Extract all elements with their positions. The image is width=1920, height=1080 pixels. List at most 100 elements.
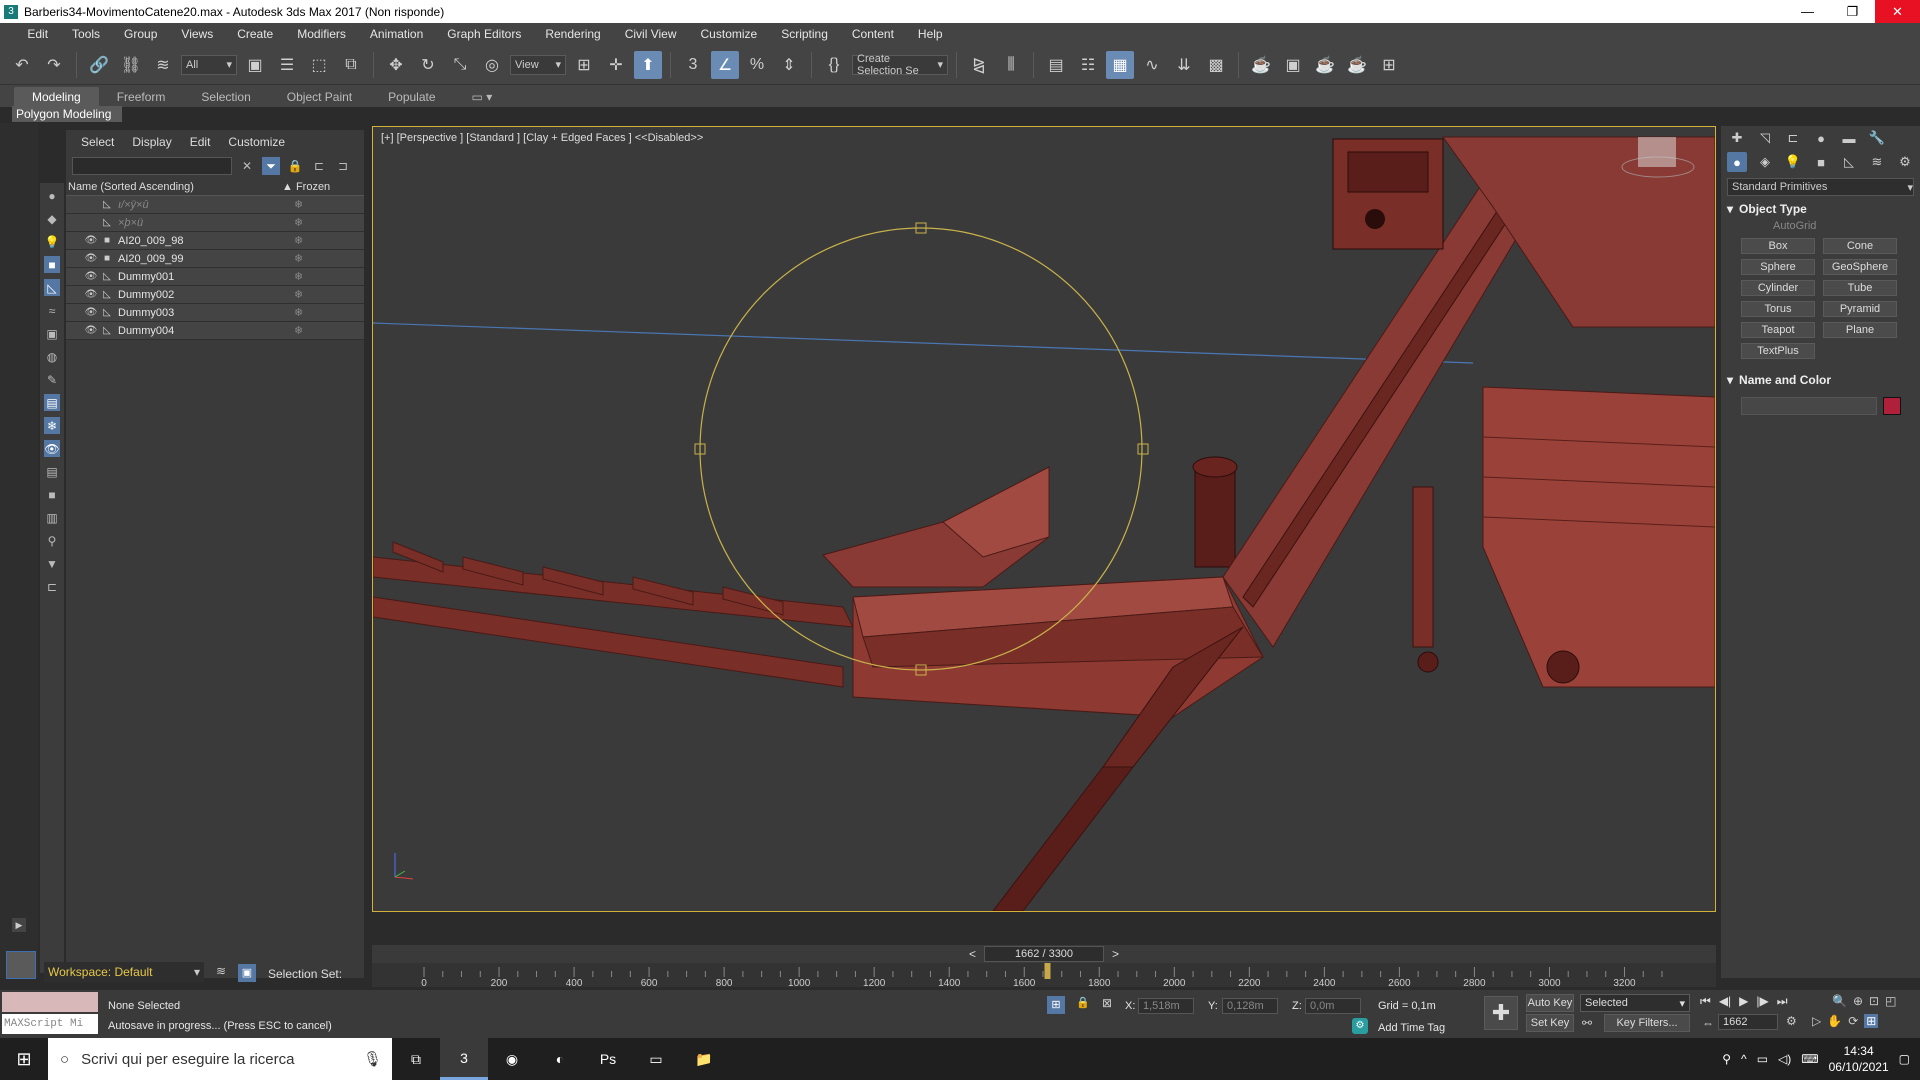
key-mode-dropdown[interactable]: Selected ▾ — [1580, 994, 1690, 1012]
tray-overflow-icon[interactable]: ^ — [1741, 1052, 1747, 1066]
lock-icon[interactable]: 🔒 — [286, 157, 304, 175]
next-frame-icon[interactable]: > — [1112, 947, 1119, 961]
layers-icon[interactable]: ≋ — [216, 964, 234, 982]
list-item[interactable]: 👁 ◺ Dummy003 ❄ — [66, 304, 364, 322]
eye-icon[interactable] — [84, 216, 98, 230]
ribbon-panel-polygon-modeling[interactable]: Polygon Modeling — [12, 106, 122, 122]
filter-toggle-icon[interactable]: ⏷ — [262, 157, 280, 175]
menu-animation[interactable]: Animation — [358, 27, 435, 41]
list-item[interactable]: ◺ ı/×ÿ×û ❄ — [66, 196, 364, 214]
motion-panel-icon[interactable]: ● — [1811, 128, 1831, 148]
menu-create[interactable]: Create — [225, 27, 285, 41]
eye-icon[interactable] — [84, 198, 98, 212]
y-coord-field[interactable]: 0,128m — [1222, 998, 1278, 1014]
tube-button[interactable]: Tube — [1823, 280, 1897, 296]
select-by-name-icon[interactable]: ☰ — [273, 51, 301, 79]
select-move-icon[interactable]: ✥ — [382, 51, 410, 79]
window-crossing-icon[interactable]: ⧉ — [337, 51, 365, 79]
systems-icon[interactable]: ⚙ — [1895, 152, 1915, 172]
filter-icon[interactable]: ▼ — [44, 555, 60, 572]
set-key-button[interactable]: Set Key — [1526, 1014, 1574, 1032]
sphere-button[interactable]: Sphere — [1741, 259, 1815, 275]
percent-snap-icon[interactable]: % — [743, 51, 771, 79]
tab-modeling[interactable]: Modeling — [14, 87, 99, 107]
go-to-start-icon[interactable]: ⏮ — [1700, 994, 1711, 1009]
file-explorer-icon[interactable]: 📁 — [680, 1038, 728, 1080]
display-geometry-icon[interactable]: ◆ — [44, 210, 60, 227]
notifications-icon[interactable]: ▢ — [1899, 1052, 1910, 1066]
menu-scripting[interactable]: Scripting — [769, 27, 840, 41]
taskbar-search-box[interactable]: ○ Scrivi qui per eseguire la ricerca 🎙 — [48, 1038, 392, 1080]
list-item[interactable]: 👁 ◺ Dummy002 ❄ — [66, 286, 364, 304]
tab-populate[interactable]: Populate — [370, 87, 453, 107]
select-scale-icon[interactable]: ⤡ — [446, 51, 474, 79]
z-coord-field[interactable]: 0,0m — [1305, 998, 1361, 1014]
hierarchy-panel-icon[interactable]: ⊏ — [1783, 128, 1803, 148]
snowflake-icon[interactable]: ❄ — [294, 216, 303, 229]
track-bar-ruler[interactable]: 0 200 400 600 800 1000 1200 1400 1600 1800 2000 220… — [372, 963, 1716, 987]
display-last-results-icon[interactable]: ▤ — [44, 463, 60, 480]
task-view-icon[interactable]: ⧉ — [392, 1038, 440, 1080]
zoom-all-icon[interactable]: ⊕ — [1853, 994, 1863, 1008]
scene-menu-edit[interactable]: Edit — [181, 135, 220, 149]
display-panel-icon[interactable]: ▬ — [1839, 128, 1859, 148]
utilities-panel-icon[interactable]: 🔧 — [1867, 128, 1887, 148]
eye-icon[interactable]: 👁 — [84, 288, 98, 302]
display-groups-icon[interactable]: ▣ — [44, 325, 60, 342]
microphone-icon[interactable]: 🎙 — [363, 1050, 382, 1068]
selection-lock-icon[interactable]: 🔒 — [1076, 996, 1090, 1009]
textplus-button[interactable]: TextPlus — [1741, 343, 1815, 359]
scene-menu-customize[interactable]: Customize — [219, 135, 294, 149]
named-selection-dropdown[interactable]: Create Selection Se ▾ — [852, 53, 948, 77]
language-icon[interactable]: ⌨ — [1801, 1052, 1818, 1066]
time-tag-icon[interactable]: ⚙ — [1352, 1018, 1368, 1034]
zoom-extents-icon[interactable]: ⊡ — [1869, 994, 1879, 1008]
expand-arrow-icon[interactable]: ▶ — [12, 918, 26, 932]
object-name-field[interactable] — [1741, 397, 1877, 415]
display-lights-icon[interactable]: 💡 — [44, 233, 60, 250]
menu-edit[interactable]: Edit — [15, 27, 60, 41]
menu-content[interactable]: Content — [840, 27, 906, 41]
select-object-icon[interactable]: ▣ — [241, 51, 269, 79]
snaps-toggle-icon[interactable]: 3 — [679, 51, 707, 79]
rectangular-selection-icon[interactable]: ⬚ — [305, 51, 333, 79]
people-icon[interactable]: ⚲ — [1722, 1052, 1731, 1066]
maximize-button[interactable]: ❐ — [1830, 0, 1875, 23]
list-item[interactable]: 👁 ■ AI20_009_98 ❄ — [66, 232, 364, 250]
spacewarps-icon[interactable]: ≋ — [1867, 152, 1887, 172]
render-cloud-icon[interactable]: ⊞ — [1375, 51, 1403, 79]
photoshop-icon[interactable]: Ps — [584, 1038, 632, 1080]
snowflake-icon[interactable]: ❄ — [294, 288, 303, 301]
next-frame-button-icon[interactable]: |▶ — [1756, 994, 1768, 1009]
ribbon-options-icon[interactable]: ▭ ▾ — [454, 87, 511, 107]
list-item[interactable]: 👁 ◺ Dummy001 ❄ — [66, 268, 364, 286]
snowflake-icon[interactable]: ❄ — [294, 252, 303, 265]
zoom-extents-all-icon[interactable]: ◰ — [1885, 994, 1896, 1008]
display-cameras-icon[interactable]: ■ — [44, 256, 60, 273]
display-containers-icon[interactable]: ▤ — [44, 394, 60, 411]
redo-icon[interactable]: ↷ — [40, 51, 68, 79]
display-children-icon[interactable]: ■ — [44, 486, 60, 503]
display-references-icon[interactable]: ▥ — [44, 509, 60, 526]
torus-button[interactable]: Torus — [1741, 301, 1815, 317]
menu-rendering[interactable]: Rendering — [533, 27, 612, 41]
column-frozen[interactable]: ▲ Frozen — [278, 181, 330, 193]
select-manipulate-icon[interactable]: ✛ — [602, 51, 630, 79]
geometry-icon[interactable]: ● — [1727, 152, 1747, 172]
key-mode-icon[interactable]: ⚯ — [1582, 1016, 1592, 1030]
3dsmax-taskbar-icon[interactable]: 3 — [440, 1038, 488, 1080]
angle-snap-icon[interactable]: ∠ — [711, 50, 739, 79]
menu-views[interactable]: Views — [169, 27, 225, 41]
rollout-name-and-color[interactable]: ▾ Name and Color — [1727, 373, 1914, 387]
absolute-mode-icon[interactable]: ⊠ — [1102, 996, 1112, 1010]
primitive-category-dropdown[interactable]: Standard Primitives ▾ — [1727, 178, 1914, 196]
blender-icon[interactable]: ◐ — [536, 1038, 584, 1080]
tab-selection[interactable]: Selection — [183, 87, 268, 107]
zoom-icon[interactable]: 🔍 — [1832, 994, 1847, 1008]
workspace-dropdown[interactable]: Workspace: Default ▾ — [44, 962, 204, 982]
menu-help[interactable]: Help — [906, 27, 955, 41]
eye-icon[interactable]: 👁 — [84, 306, 98, 320]
curve-editor-icon[interactable]: ∿ — [1138, 51, 1166, 79]
create-panel-icon[interactable]: ✚ — [1727, 128, 1747, 148]
lights-icon[interactable]: 💡 — [1783, 152, 1803, 172]
